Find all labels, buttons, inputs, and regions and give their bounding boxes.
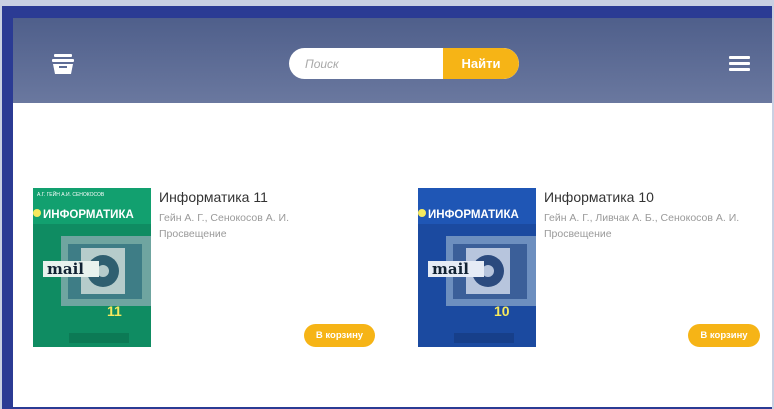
book-card: mail 11 А.Г. ГЕЙН А.И. СЕНОКОСОВ ИНФОРМА… xyxy=(33,188,393,348)
cover-grade: 10 xyxy=(494,303,510,319)
cover-grade: 11 xyxy=(107,303,122,319)
book-card: mail 10 ИНФОРМАТИКА Информатика 10 Гейн … xyxy=(418,188,772,348)
menu-button[interactable] xyxy=(729,56,750,72)
search-button[interactable]: Найти xyxy=(443,48,519,79)
book-publisher: Просвещение xyxy=(544,228,612,240)
book-authors: Гейн А. Г., Ливчак А. Б., Сенокосов А. И… xyxy=(544,212,740,224)
book-cover[interactable]: mail 11 А.Г. ГЕЙН А.И. СЕНОКОСОВ ИНФОРМА… xyxy=(33,188,151,347)
add-to-cart-button[interactable]: В корзину xyxy=(304,324,375,347)
cover-word: mail xyxy=(47,260,84,278)
basket-icon xyxy=(52,54,74,74)
search-input[interactable] xyxy=(289,48,455,79)
tablet-frame: Найти mail xyxy=(2,6,772,409)
app-screen: Найти mail xyxy=(13,18,772,407)
cover-authors: А.Г. ГЕЙН А.И. СЕНОКОСОВ xyxy=(37,190,105,198)
cover-word: mail xyxy=(432,260,469,278)
book-title[interactable]: Информатика 10 xyxy=(544,189,654,205)
book-cover-image: mail 10 ИНФОРМАТИКА xyxy=(418,188,536,347)
search-bar: Найти xyxy=(289,48,519,79)
cover-title: ИНФОРМАТИКА xyxy=(43,209,134,221)
add-to-cart-button[interactable]: В корзину xyxy=(688,324,760,347)
book-title[interactable]: Информатика 11 xyxy=(159,189,268,205)
book-authors: Гейн А. Г., Сенокосов А. И. xyxy=(159,212,290,224)
book-cover[interactable]: mail 10 ИНФОРМАТИКА xyxy=(418,188,536,347)
cart-button[interactable] xyxy=(51,54,75,74)
book-cover-image: mail 11 А.Г. ГЕЙН А.И. СЕНОКОСОВ ИНФОРМА… xyxy=(33,188,151,347)
app-header: Найти xyxy=(13,18,772,103)
book-publisher: Просвещение xyxy=(159,228,227,240)
hamburger-menu-icon xyxy=(729,56,750,59)
cover-title: ИНФОРМАТИКА xyxy=(428,209,519,221)
